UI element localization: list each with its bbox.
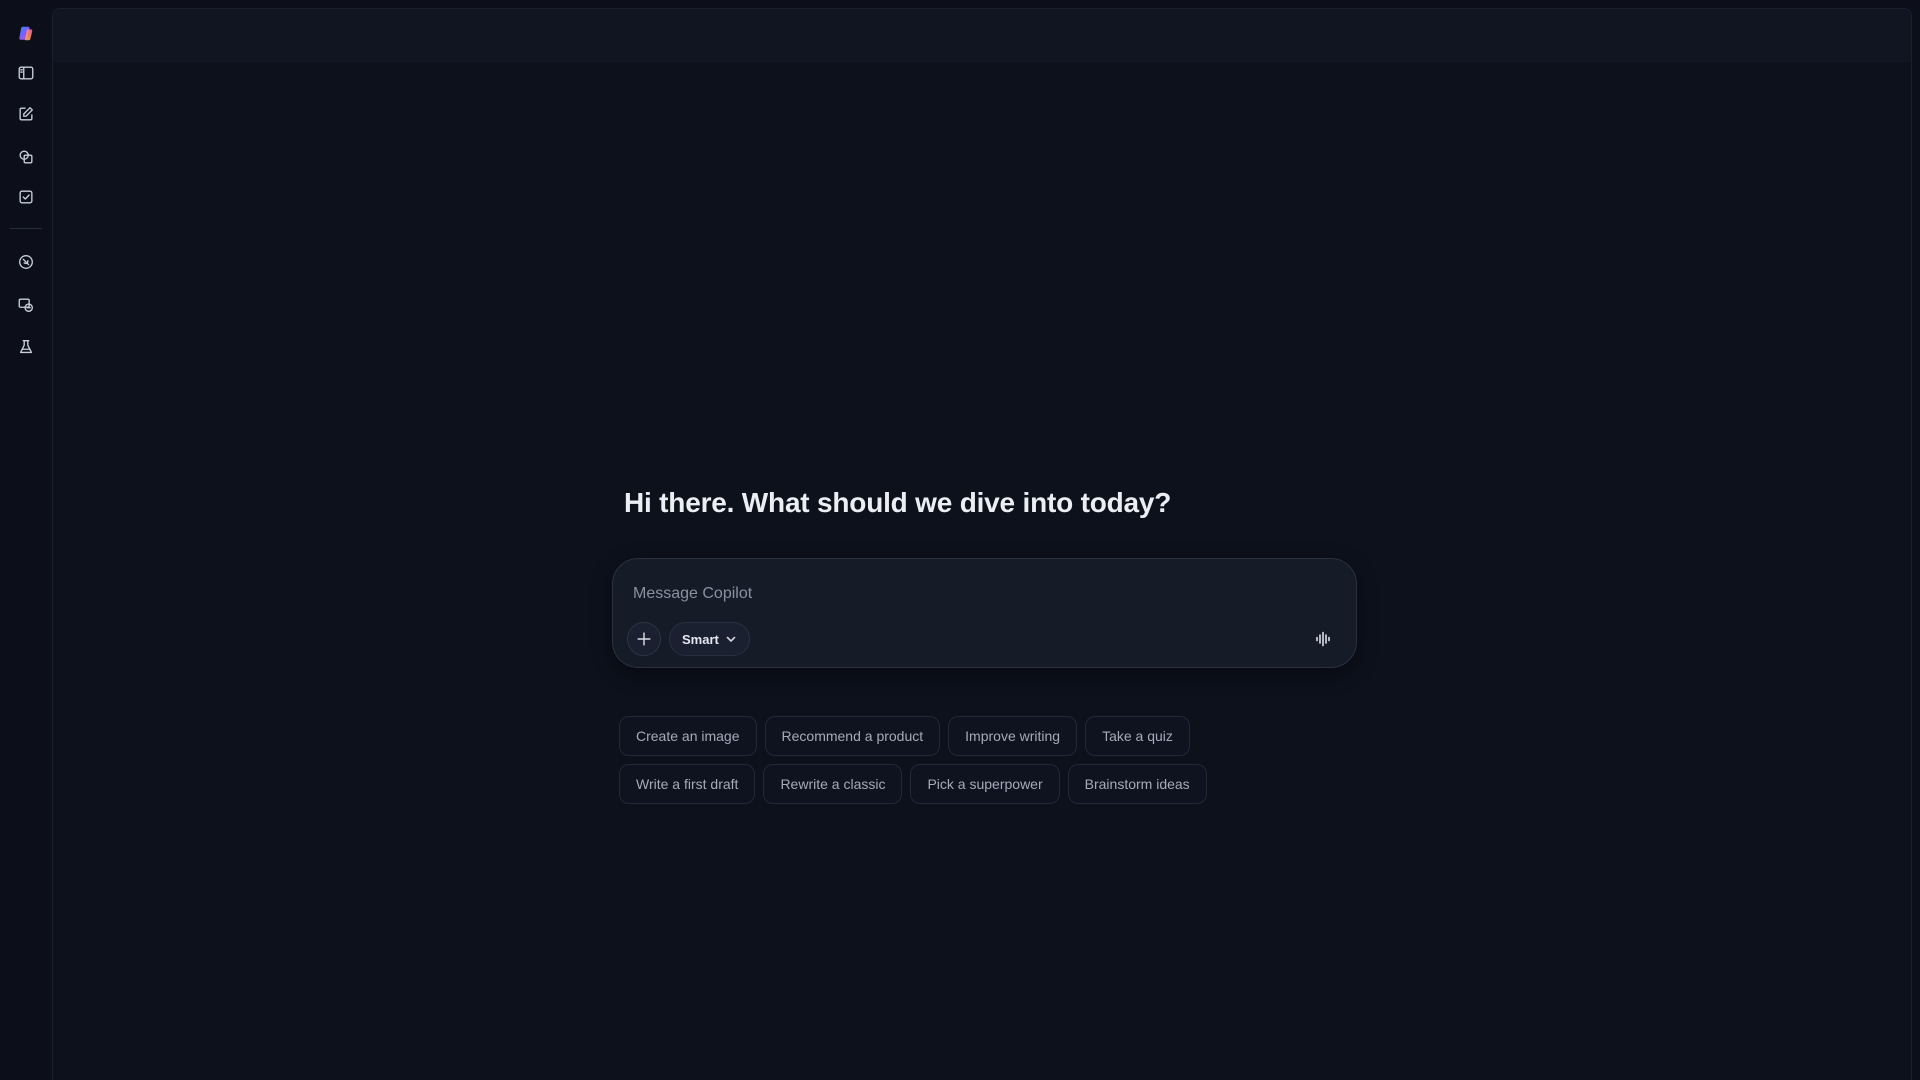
voice-input-button[interactable] (1306, 622, 1340, 656)
library-icon[interactable] (11, 142, 41, 172)
add-attachment-button[interactable] (627, 622, 661, 656)
suggestion-row-1: Create an image Recommend a product Impr… (619, 716, 1319, 756)
new-chat-icon[interactable] (11, 99, 41, 129)
chevron-down-icon (726, 636, 736, 642)
main-panel: Hi there. What should we dive into today… (52, 8, 1912, 1080)
suggestion-chip[interactable]: Improve writing (948, 716, 1078, 756)
message-input[interactable] (633, 585, 1313, 603)
conversations-icon[interactable] (11, 290, 41, 320)
labs-icon[interactable] (11, 332, 41, 362)
suggestion-chip[interactable]: Create an image (619, 716, 757, 756)
voice-waveform-icon (1316, 631, 1330, 647)
top-bar (53, 9, 1911, 62)
mode-select-button[interactable]: Smart (669, 622, 750, 656)
tasks-icon[interactable] (11, 182, 41, 212)
suggestion-chip[interactable]: Pick a superpower (910, 764, 1060, 804)
suggestion-chip[interactable]: Rewrite a classic (763, 764, 903, 804)
mode-label: Smart (682, 631, 719, 647)
suggestion-chip[interactable]: Write a first draft (619, 764, 756, 804)
left-rail (0, 0, 52, 1080)
suggestion-chips: Create an image Recommend a product Impr… (619, 716, 1319, 812)
suggestion-row-2: Write a first draft Rewrite a classic Pi… (619, 764, 1319, 804)
copilot-app: Hi there. What should we dive into today… (0, 0, 1920, 1080)
plus-icon (637, 632, 651, 646)
rail-divider (10, 228, 42, 229)
message-composer: Smart (612, 558, 1357, 668)
suggestion-chip[interactable]: Recommend a product (764, 716, 941, 756)
suggestion-chip[interactable]: Take a quiz (1085, 716, 1190, 756)
greeting-heading: Hi there. What should we dive into today… (624, 487, 1172, 518)
copilot-logo-icon[interactable] (11, 18, 41, 48)
sidebar-toggle-icon[interactable] (11, 58, 41, 88)
suggestion-chip[interactable]: Brainstorm ideas (1067, 764, 1207, 804)
discover-icon[interactable] (11, 247, 41, 277)
